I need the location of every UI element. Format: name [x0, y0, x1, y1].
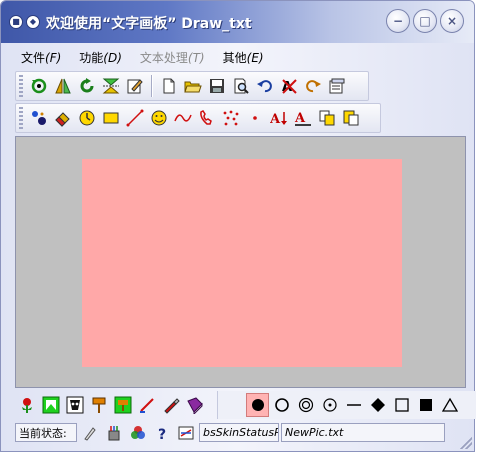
properties-icon[interactable] — [325, 74, 349, 98]
rectangle-icon[interactable] — [99, 106, 123, 130]
main-toolbar: A — [15, 71, 369, 101]
toolbar-separator — [151, 75, 153, 97]
menu-file-accel: (F) — [45, 50, 62, 65]
toolbar-grip[interactable] — [19, 107, 23, 129]
drawing-toolbar: A A — [15, 103, 381, 133]
paste-icon[interactable] — [339, 106, 363, 130]
curve-icon[interactable] — [171, 106, 195, 130]
menu-other-label: 其他 — [222, 50, 247, 65]
help-icon[interactable]: ? — [151, 423, 173, 442]
svg-text:A: A — [294, 111, 306, 126]
maximize-button[interactable]: □ — [413, 9, 437, 33]
book-icon[interactable] — [183, 393, 207, 417]
save-icon[interactable] — [205, 74, 229, 98]
shape-selector — [217, 391, 476, 419]
open-folder-icon[interactable] — [181, 74, 205, 98]
svg-text:?: ? — [158, 427, 166, 441]
point-icon[interactable] — [243, 106, 267, 130]
main-window: ■ ◆ 欢迎使用“文字画板” Draw_txt − □ × 文件(F) 功能(D… — [0, 0, 476, 452]
dots-icon[interactable] — [219, 106, 243, 130]
resize-grip[interactable] — [460, 437, 472, 449]
square-icon[interactable] — [390, 393, 413, 417]
dot-circle-icon[interactable] — [318, 393, 341, 417]
filled-circle-icon[interactable] — [246, 393, 269, 417]
filled-diamond-icon[interactable] — [366, 393, 389, 417]
flip-horizontal-icon[interactable] — [51, 74, 75, 98]
new-file-icon[interactable] — [157, 74, 181, 98]
skin-status-panel: bsSkinStatusP — [199, 423, 279, 442]
menu-function-label: 功能 — [79, 50, 104, 65]
clock-icon[interactable] — [75, 106, 99, 130]
brush-status-icon[interactable] — [79, 423, 101, 442]
copy-icon[interactable] — [315, 106, 339, 130]
status-bar: 当前状态: ? bsSkinStatusP NewPic.txt — [15, 422, 466, 443]
eraser-icon[interactable] — [51, 106, 75, 130]
status-label: 当前状态: — [15, 423, 77, 442]
circle-icon[interactable] — [270, 393, 293, 417]
window-title: 欢迎使用“文字画板” Draw_txt — [46, 16, 252, 32]
filled-square-icon[interactable] — [414, 393, 437, 417]
menu-function[interactable]: 功能(D) — [79, 49, 122, 66]
smiley-icon[interactable] — [147, 106, 171, 130]
flower-icon[interactable] — [15, 393, 39, 417]
title-bar[interactable]: ■ ◆ 欢迎使用“文字画板” Draw_txt − □ × — [1, 1, 474, 43]
line-icon[interactable] — [123, 106, 147, 130]
print-preview-icon[interactable] — [229, 74, 253, 98]
redo-icon[interactable] — [301, 74, 325, 98]
edit-icon[interactable] — [123, 74, 147, 98]
undo-icon[interactable] — [253, 74, 277, 98]
menu-bar: 文件(F) 功能(D) 文本处理(T) 其他(E) — [13, 45, 466, 69]
rollup-icon[interactable]: ◆ — [26, 15, 40, 29]
menu-file[interactable]: 文件(F) — [21, 49, 61, 66]
rotate-icon[interactable] — [75, 74, 99, 98]
menu-other[interactable]: 其他(E) — [223, 49, 264, 66]
refresh-green-icon[interactable] — [27, 74, 51, 98]
horizontal-line-icon[interactable] — [342, 393, 365, 417]
point-color-icon[interactable] — [27, 106, 51, 130]
text-format-icon[interactable]: A — [291, 106, 315, 130]
canvas-area[interactable] — [15, 136, 466, 388]
close-button[interactable]: × — [440, 9, 464, 33]
system-menu-icon[interactable]: ■ — [9, 15, 23, 29]
tool-palette — [15, 390, 476, 420]
menu-file-label: 文件 — [21, 50, 46, 65]
toolbar-grip[interactable] — [19, 75, 23, 97]
text-size-icon[interactable]: A — [267, 106, 291, 130]
palette-swatch-icon[interactable] — [175, 423, 197, 442]
green-frame-icon[interactable] — [39, 393, 63, 417]
file-name-panel: NewPic.txt — [281, 423, 445, 442]
menu-text-processing[interactable]: 文本处理(T) — [140, 49, 205, 66]
title-left-icons: ■ ◆ — [9, 15, 40, 29]
minimize-button[interactable]: − — [386, 9, 410, 33]
menu-function-accel: (D) — [103, 50, 122, 65]
mask-icon[interactable] — [63, 393, 87, 417]
paint-bucket-icon[interactable] — [111, 393, 135, 417]
color-wheel-icon[interactable] — [127, 423, 149, 442]
svg-text:A: A — [270, 112, 281, 127]
paint-tools-icon[interactable] — [103, 423, 125, 442]
pen-icon[interactable] — [159, 393, 183, 417]
brush-stand-icon[interactable] — [87, 393, 111, 417]
menu-text-processing-accel: (T) — [187, 50, 205, 65]
menu-other-accel: (E) — [246, 50, 264, 65]
double-circle-icon[interactable] — [294, 393, 317, 417]
window-controls: − □ × — [386, 9, 464, 33]
clear-text-icon[interactable]: A — [277, 74, 301, 98]
telephone-icon[interactable] — [195, 106, 219, 130]
paint-brush-icon[interactable] — [135, 393, 159, 417]
flip-vertical-icon[interactable] — [99, 74, 123, 98]
triangle-icon[interactable] — [438, 393, 461, 417]
menu-text-processing-label: 文本处理 — [139, 50, 188, 65]
drawing-canvas[interactable] — [82, 159, 402, 367]
